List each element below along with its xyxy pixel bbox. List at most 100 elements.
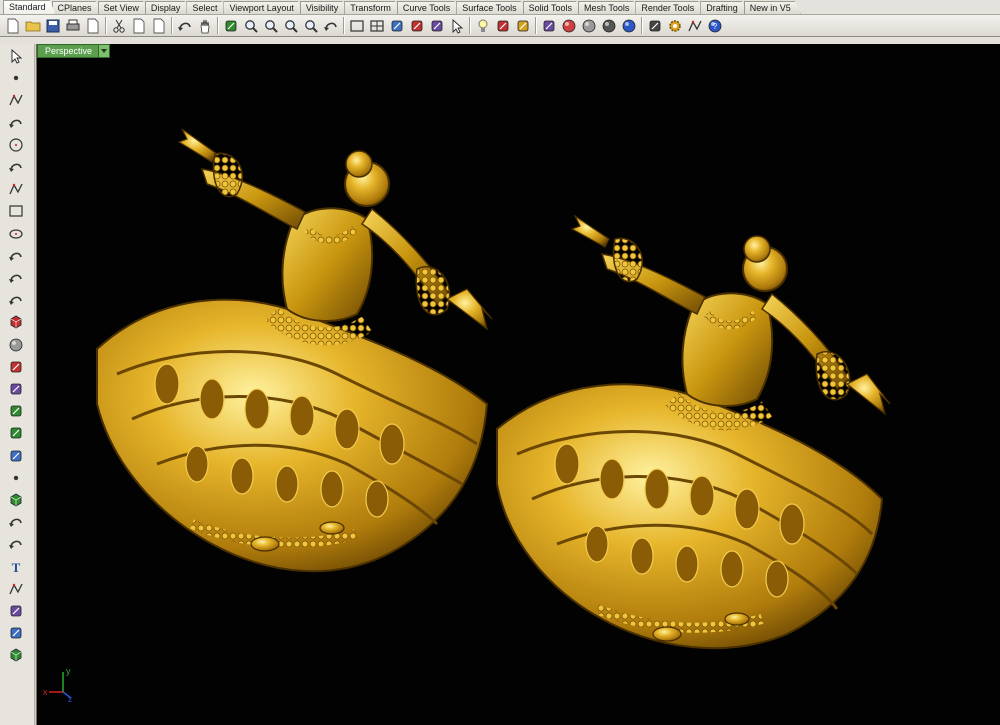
layout-button[interactable]: [347, 16, 366, 35]
object-snap-button[interactable]: [427, 16, 446, 35]
render-preview-button[interactable]: [645, 16, 664, 35]
tab-curve-tools[interactable]: Curve Tools: [397, 1, 460, 14]
spheres-tool-button[interactable]: [7, 336, 25, 354]
viewport-title[interactable]: Perspective: [38, 45, 98, 57]
array-tool-button[interactable]: [7, 602, 25, 620]
toolbar-separator: [641, 17, 643, 34]
viewport-scene[interactable]: [37, 44, 1000, 725]
plane-surface-tool-button[interactable]: [7, 380, 25, 398]
properties-button[interactable]: [539, 16, 558, 35]
viewport-title-tab[interactable]: Perspective: [37, 44, 111, 58]
tab-set-view[interactable]: Set View: [98, 1, 149, 14]
zoom-selected-button[interactable]: [281, 16, 300, 35]
sphere-blue-button[interactable]: [619, 16, 638, 35]
move-view-button[interactable]: [221, 16, 240, 35]
toolbar-tab-strip: Standard CPlanes Set View Display Select View…: [0, 0, 1000, 15]
perspective-viewport[interactable]: Perspective y x z: [36, 44, 1000, 725]
tab-standard[interactable]: Standard: [3, 0, 56, 14]
layer-tool-tool-button[interactable]: [7, 624, 25, 642]
drafting-tool-button[interactable]: [7, 447, 25, 465]
sphere-gray-button[interactable]: [579, 16, 598, 35]
cplane-button[interactable]: [387, 16, 406, 35]
rectangle-tool-button[interactable]: [7, 202, 25, 220]
dancer-figurine-left[interactable]: [96, 128, 493, 573]
box-solid-tool-button[interactable]: [7, 313, 25, 331]
dimension-icon: [687, 20, 702, 31]
select-arrow-tool-button[interactable]: [7, 47, 25, 65]
tab-surface-tools[interactable]: Surface Tools: [456, 1, 526, 14]
zoom-in-button[interactable]: [301, 16, 320, 35]
dimension-tool-tool-button[interactable]: [7, 580, 25, 598]
curve-tool-button[interactable]: [7, 114, 25, 132]
sphere-dark-button[interactable]: [599, 16, 618, 35]
tab-display[interactable]: Display: [145, 1, 191, 14]
zoom-extents-button[interactable]: [261, 16, 280, 35]
polyline-tool-button[interactable]: [7, 91, 25, 109]
circle-tool-button[interactable]: [7, 136, 25, 154]
zoom-extents-icon: [264, 19, 278, 33]
mesh-tool-button[interactable]: [7, 491, 25, 509]
extend-curve-tool-button[interactable]: [7, 269, 25, 287]
import-icon: [87, 18, 98, 33]
tab-transform[interactable]: Transform: [344, 1, 401, 14]
tab-new-in-v5[interactable]: New in V5: [744, 1, 801, 14]
color-wheel-button[interactable]: [559, 16, 578, 35]
block-tool-button[interactable]: [7, 646, 25, 664]
light-bulb-button[interactable]: [473, 16, 492, 35]
arc-tool-button[interactable]: [7, 158, 25, 176]
filter-button[interactable]: [513, 16, 532, 35]
tab-viewport-layout[interactable]: Viewport Layout: [223, 1, 303, 14]
toolbar-separator-band: [0, 37, 1000, 44]
move-gumball-tool-button[interactable]: [7, 424, 25, 442]
print-button[interactable]: [63, 16, 82, 35]
select-arrow-icon: [11, 48, 23, 64]
boolean-union-tool-button[interactable]: [7, 402, 25, 420]
point-edit-tool-button[interactable]: [7, 469, 25, 487]
new-file-button[interactable]: [3, 16, 22, 35]
four-viewports-button[interactable]: [367, 16, 386, 35]
dimension-button[interactable]: [685, 16, 704, 35]
axis-y-label: y: [66, 666, 71, 676]
surface-from-curves-tool-button[interactable]: [7, 291, 25, 309]
tab-cplanes[interactable]: CPlanes: [52, 1, 102, 14]
color-wheel-icon: [562, 19, 575, 32]
import-button[interactable]: [83, 16, 102, 35]
light-bulb-icon: [478, 19, 487, 32]
paste-button[interactable]: [149, 16, 168, 35]
undo-button[interactable]: [175, 16, 194, 35]
tab-visibility[interactable]: Visibility: [300, 1, 348, 14]
layer-button[interactable]: [493, 16, 512, 35]
text-tool-button[interactable]: T: [7, 558, 25, 576]
four-viewports-icon: [369, 19, 384, 32]
open-folder-button[interactable]: [23, 16, 42, 35]
tab-mesh-tools[interactable]: Mesh Tools: [578, 1, 639, 14]
grid-snap-button[interactable]: [407, 16, 426, 35]
select-points-button[interactable]: [447, 16, 466, 35]
zoom-window-button[interactable]: [241, 16, 260, 35]
tab-solid-tools[interactable]: Solid Tools: [523, 1, 582, 14]
tab-select[interactable]: Select: [186, 1, 227, 14]
polygon-tool-button[interactable]: [7, 180, 25, 198]
axis-z-label: z: [68, 695, 72, 702]
copy-button[interactable]: [129, 16, 148, 35]
help-button[interactable]: ?: [705, 16, 724, 35]
spheres-icon: [9, 338, 23, 351]
ellipse-tool-button[interactable]: [7, 225, 25, 243]
cut-icon: [112, 19, 125, 33]
rotate-tool-button[interactable]: [7, 535, 25, 553]
fillet-edges-tool-button[interactable]: [7, 513, 25, 531]
fillet-curve-tool-button[interactable]: [7, 247, 25, 265]
viewport-menu-arrow-icon[interactable]: [98, 45, 110, 57]
cylinder-tool-button[interactable]: [7, 358, 25, 376]
options-gear-button[interactable]: [665, 16, 684, 35]
dancer-figurine-right[interactable]: [496, 214, 891, 650]
options-gear-icon: [668, 19, 681, 32]
tab-drafting[interactable]: Drafting: [700, 1, 748, 14]
cut-button[interactable]: [109, 16, 128, 35]
rotate-view-button[interactable]: [321, 16, 340, 35]
point-tool-button[interactable]: [7, 69, 25, 87]
pan-hand-button[interactable]: [195, 16, 214, 35]
save-button[interactable]: [43, 16, 62, 35]
tab-render-tools[interactable]: Render Tools: [635, 1, 704, 14]
object-snap-icon: [431, 20, 442, 31]
